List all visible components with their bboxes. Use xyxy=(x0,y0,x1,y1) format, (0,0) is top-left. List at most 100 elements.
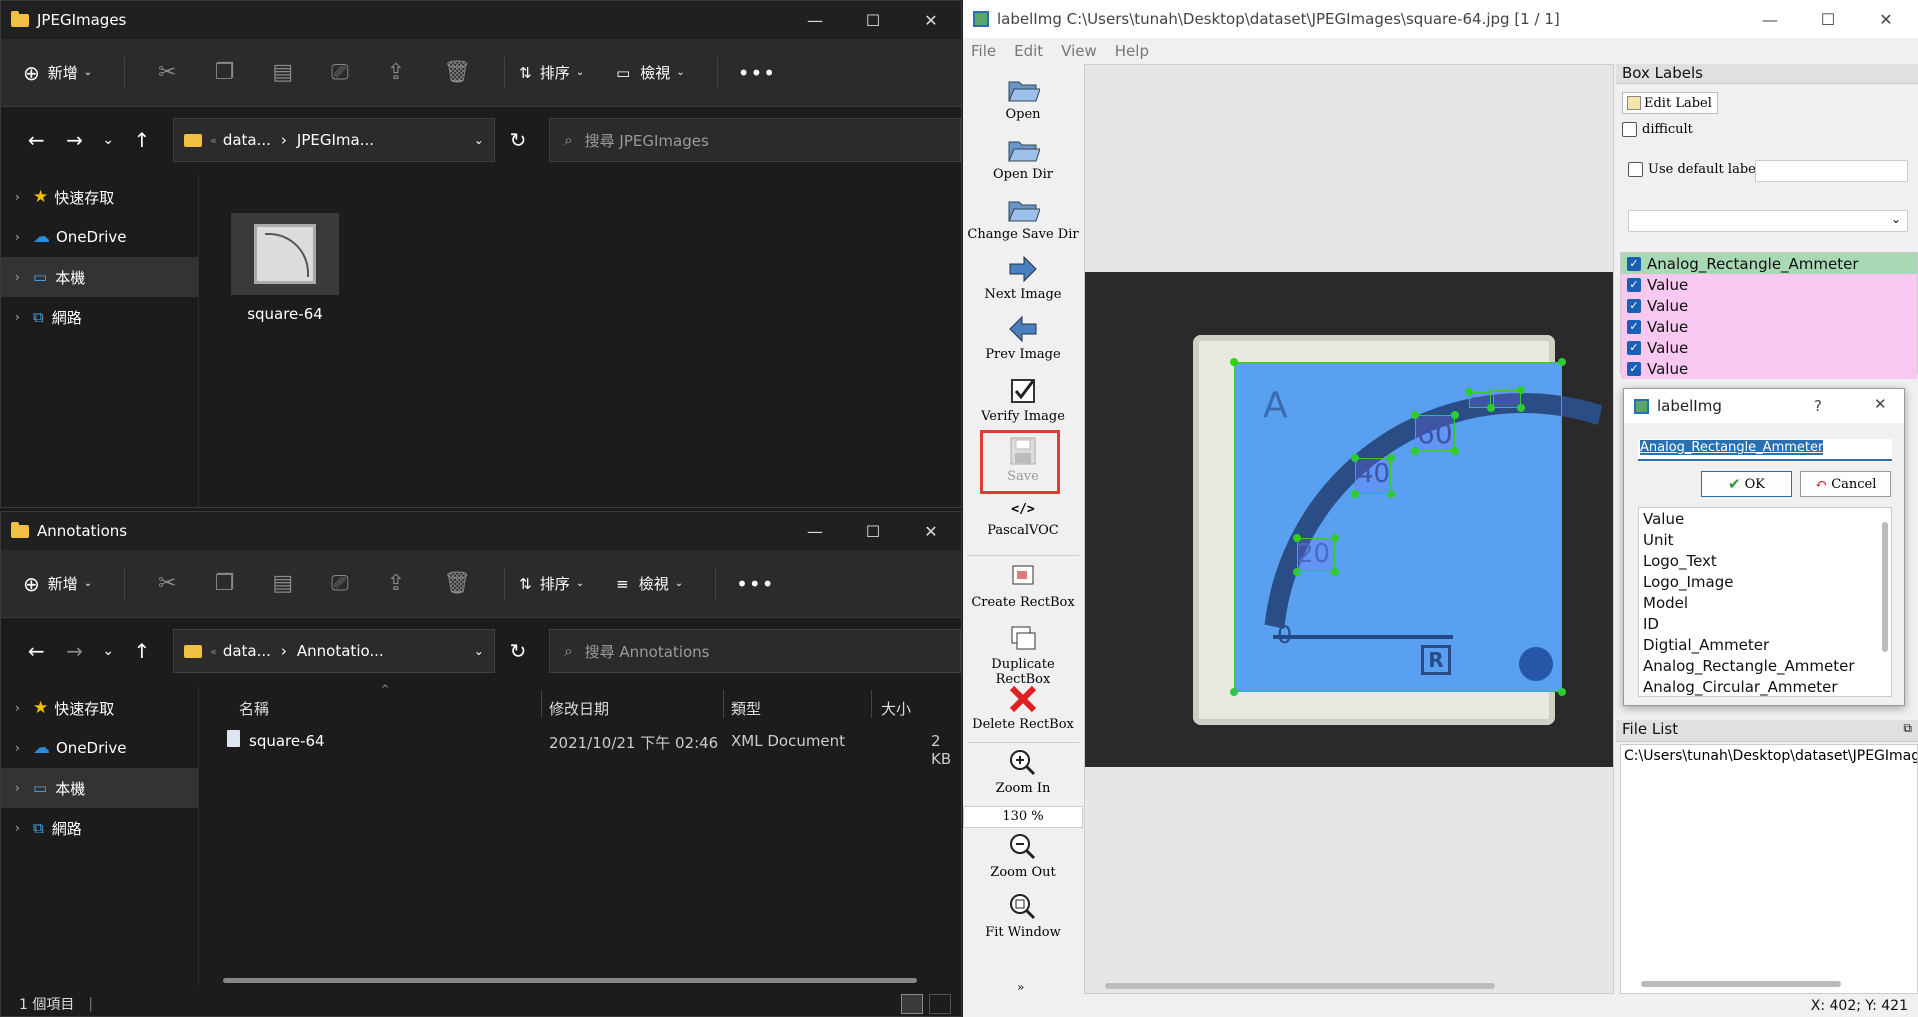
search-input[interactable]: ⌕ 搜尋 Annotations xyxy=(549,629,961,673)
new-button[interactable]: ⊕ 新增 ⌄ xyxy=(23,53,92,93)
cut-icon[interactable]: ✂ xyxy=(158,571,176,596)
create-rectbox-button[interactable]: Create RectBox xyxy=(963,562,1083,610)
box-handle[interactable] xyxy=(1230,358,1238,366)
verify-image-button[interactable]: Verify Image xyxy=(963,376,1083,424)
options-scrollbar[interactable] xyxy=(1882,522,1888,652)
box-handle[interactable] xyxy=(1293,568,1301,576)
undock-icon[interactable]: ⧉ xyxy=(1903,721,1912,736)
format-button[interactable]: </> PascalVOC xyxy=(963,502,1083,538)
bounding-box-value[interactable] xyxy=(1415,415,1455,451)
up-icon[interactable]: ↑ xyxy=(123,128,161,152)
ok-button[interactable]: ✔ OK xyxy=(1701,471,1792,497)
breadcrumb-root[interactable]: data... xyxy=(223,642,271,660)
zoom-in-button[interactable]: Zoom In xyxy=(963,748,1083,796)
menu-view[interactable]: View xyxy=(1061,42,1097,60)
nav-item-this-pc[interactable]: › ▭ 本機 xyxy=(1,257,198,297)
box-handle[interactable] xyxy=(1487,404,1495,412)
recent-chevron-icon[interactable]: ⌄ xyxy=(94,132,123,148)
copy-icon[interactable]: ❐ xyxy=(215,571,235,596)
box-handle[interactable] xyxy=(1351,490,1359,498)
box-handle[interactable] xyxy=(1451,447,1459,455)
menu-file[interactable]: File xyxy=(971,42,996,60)
rename-icon[interactable]: ⎚ xyxy=(331,571,349,596)
box-handle[interactable] xyxy=(1387,490,1395,498)
file-item[interactable]: square-64 xyxy=(229,213,341,323)
maximize-button[interactable]: ☐ xyxy=(1799,0,1857,38)
bounding-box-value[interactable] xyxy=(1297,538,1335,572)
box-handle[interactable] xyxy=(1331,568,1339,576)
open-button[interactable]: Open xyxy=(963,74,1083,122)
nav-item-quick-access[interactable]: › ★ 快速存取 xyxy=(1,177,198,217)
address-bar[interactable]: « data... › JPEGIma... ⌄ xyxy=(173,118,495,162)
label-option[interactable]: Digtial_Ammeter xyxy=(1639,634,1891,655)
image-canvas[interactable]: A 20 40 60 90 120 0 R xyxy=(1084,64,1614,994)
nav-item-network[interactable]: › ⧉ 網路 xyxy=(1,808,198,848)
bounding-box-ammeter[interactable] xyxy=(1234,362,1562,692)
box-handle[interactable] xyxy=(1387,454,1395,462)
label-list-item[interactable]: ✓ Analog_Rectangle_Ammeter xyxy=(1621,253,1917,274)
nav-item-this-pc[interactable]: › ▭ 本機 xyxy=(1,768,198,808)
rename-icon[interactable]: ⎚ xyxy=(331,60,349,85)
box-handle[interactable] xyxy=(1558,358,1566,366)
zoom-out-button[interactable]: Zoom Out xyxy=(963,832,1083,880)
default-label-input[interactable] xyxy=(1755,160,1908,182)
label-combobox[interactable]: ⌄ xyxy=(1628,210,1908,232)
box-handle[interactable] xyxy=(1517,404,1525,412)
label-option[interactable]: Logo_Text xyxy=(1639,550,1891,571)
breadcrumb-current[interactable]: Annotatio... xyxy=(297,642,384,660)
label-list-item[interactable]: ✓ Value xyxy=(1621,337,1917,358)
save-button[interactable]: Save xyxy=(963,436,1083,484)
nav-item-onedrive[interactable]: › ☁ OneDrive xyxy=(1,728,198,768)
zoom-level-spinbox[interactable]: 130 % xyxy=(963,806,1083,828)
column-size[interactable]: 大小 xyxy=(881,698,911,719)
change-save-dir-button[interactable]: Change Save Dir xyxy=(963,194,1083,242)
back-icon[interactable]: ← xyxy=(17,128,55,152)
share-icon[interactable]: ⇪ xyxy=(387,571,405,596)
horizontal-scrollbar[interactable] xyxy=(223,978,917,983)
close-button[interactable]: ✕ xyxy=(902,1,960,39)
nav-item-quick-access[interactable]: › ★ 快速存取 xyxy=(1,688,198,728)
table-row[interactable]: square-64 2021/10/21 下午 02:46 XML Docume… xyxy=(201,726,961,768)
cancel-button[interactable]: ↶ Cancel xyxy=(1800,471,1891,497)
search-input[interactable]: ⌕ 搜尋 JPEGImages xyxy=(549,118,961,162)
paste-icon[interactable]: ▤ xyxy=(272,60,293,85)
address-dropdown-icon[interactable]: ⌄ xyxy=(474,644,484,658)
share-icon[interactable]: ⇪ xyxy=(387,60,405,85)
label-option[interactable]: Analog_Rectangle_Ammeter xyxy=(1639,655,1891,676)
minimize-button[interactable]: — xyxy=(786,1,844,39)
address-dropdown-icon[interactable]: ⌄ xyxy=(474,133,484,147)
difficult-checkbox[interactable]: difficult xyxy=(1622,122,1693,137)
sort-button[interactable]: ⇅ 排序 ⌄ xyxy=(519,53,584,93)
file-list-item[interactable]: C:\Users\tunah\Desktop\dataset\JPEGImag xyxy=(1621,745,1917,767)
delete-icon[interactable]: 🗑 xyxy=(443,60,471,85)
canvas-scrollbar[interactable] xyxy=(1105,983,1495,989)
sort-button[interactable]: ⇅ 排序 ⌄ xyxy=(519,564,584,604)
new-button[interactable]: ⊕ 新增 ⌄ xyxy=(23,564,92,604)
breadcrumb-root[interactable]: data... xyxy=(223,131,271,149)
label-option[interactable]: Unit xyxy=(1639,529,1891,550)
open-dir-button[interactable]: Open Dir xyxy=(963,134,1083,182)
nav-item-onedrive[interactable]: › ☁ OneDrive xyxy=(1,217,198,257)
bounding-box-value[interactable] xyxy=(1355,458,1391,494)
close-icon[interactable]: ✕ xyxy=(1874,395,1887,413)
details-view-icon[interactable] xyxy=(901,994,923,1014)
box-handle[interactable] xyxy=(1331,534,1339,542)
delete-rectbox-button[interactable]: Delete RectBox xyxy=(963,684,1083,732)
thumbnail-view-icon[interactable] xyxy=(929,994,951,1014)
delete-icon[interactable]: 🗑 xyxy=(443,571,471,596)
label-option[interactable]: Logo_Image xyxy=(1639,571,1891,592)
box-handle[interactable] xyxy=(1351,454,1359,462)
box-handle[interactable] xyxy=(1465,388,1473,396)
label-text-input[interactable]: Analog_Rectangle_Ammeter xyxy=(1638,439,1892,461)
minimize-button[interactable]: — xyxy=(1741,0,1799,38)
label-option[interactable]: Value xyxy=(1639,508,1891,529)
refresh-icon[interactable]: ↻ xyxy=(499,639,537,663)
maximize-button[interactable]: ☐ xyxy=(844,512,902,550)
recent-chevron-icon[interactable]: ⌄ xyxy=(94,643,123,659)
use-default-label-checkbox[interactable]: Use default label xyxy=(1628,162,1760,177)
close-button[interactable]: ✕ xyxy=(902,512,960,550)
box-handle[interactable] xyxy=(1230,688,1238,696)
box-handle[interactable] xyxy=(1293,534,1301,542)
box-handle[interactable] xyxy=(1451,411,1459,419)
box-handle[interactable] xyxy=(1558,688,1566,696)
